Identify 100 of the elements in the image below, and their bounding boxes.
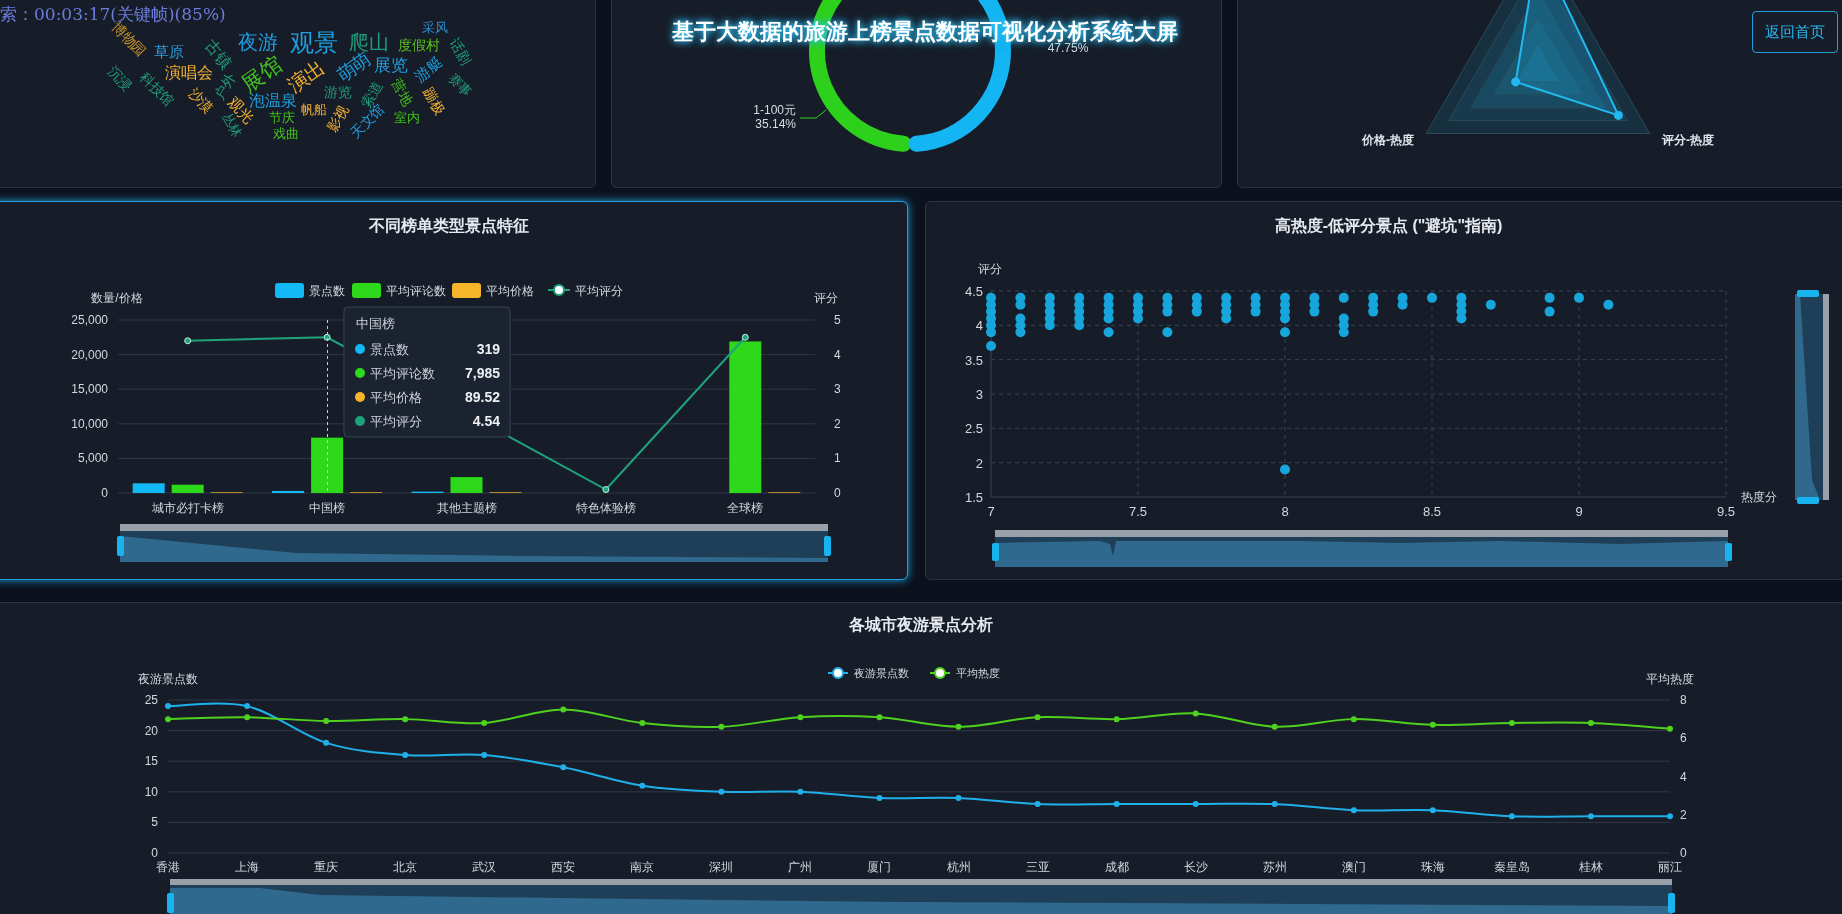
zoom-slider[interactable]	[995, 530, 1728, 567]
cloud-word: 草原	[154, 42, 184, 60]
axis-title: 夜游景点数	[138, 672, 198, 686]
data-point	[1192, 801, 1199, 808]
cloud-word: 度假村	[398, 37, 440, 53]
data-point	[481, 752, 488, 759]
data-point	[1587, 719, 1594, 726]
axis-label: 7	[987, 504, 995, 519]
axis-label: 4	[834, 347, 841, 362]
slider-handle[interactable]	[117, 536, 124, 556]
axis-label: 5,000	[77, 451, 108, 466]
tooltip-value: 319	[476, 341, 500, 357]
axis-label: 中国榜	[309, 501, 346, 515]
data-point	[955, 794, 962, 801]
tooltip-title: 中国榜	[356, 316, 395, 331]
slider-handle[interactable]	[167, 893, 174, 913]
data-point	[1667, 725, 1673, 732]
data-point	[1113, 801, 1120, 808]
cloud-word: 戏曲	[273, 125, 299, 141]
axis-label: 5	[834, 313, 841, 327]
axis-label: 8	[1281, 504, 1289, 519]
axis-label: 评分-热度	[1662, 133, 1714, 147]
slider-handle[interactable]	[824, 536, 831, 556]
axis-label: 2	[834, 416, 841, 431]
axis-title: 数量/价格	[91, 291, 143, 305]
data-point	[1192, 710, 1199, 717]
slider-handle[interactable]	[1725, 543, 1732, 561]
data-point	[1508, 813, 1515, 820]
axis-label: 2.5	[964, 421, 983, 437]
zoom-slider[interactable]	[1795, 294, 1829, 500]
axis-label: 2	[975, 455, 983, 471]
home-button[interactable]: 返回首页	[1752, 11, 1838, 53]
axis-label: 北京	[393, 860, 418, 874]
axis-label: 3	[975, 387, 983, 402]
tooltip-label: 平均价格	[370, 390, 422, 405]
axis-label: 其他主题榜	[436, 501, 497, 515]
tooltip-value: 89.52	[464, 389, 500, 405]
axis-label: 重庆	[314, 860, 339, 874]
axis-label: 厦门	[867, 860, 892, 874]
axis-label: 长沙	[1183, 860, 1208, 874]
axis-label: 1	[834, 451, 841, 466]
data-point	[481, 719, 488, 726]
legend-label: 夜游景点数	[854, 667, 909, 679]
axis-title: 热度分	[1741, 490, 1777, 504]
axis-label: 15	[144, 754, 158, 769]
cloud-word: 蹦极	[420, 84, 448, 118]
axis-label: 杭州	[946, 860, 971, 874]
cloud-word: 节庆	[269, 109, 295, 125]
slider-handle[interactable]	[1668, 893, 1675, 913]
axis-label: 20,000	[71, 347, 108, 362]
axis-label: 城市必打卡榜	[151, 501, 224, 515]
axis-label: 广州	[788, 860, 813, 874]
zoom-slider[interactable]	[120, 524, 828, 562]
data-point	[1034, 801, 1041, 808]
axis-label: 成都	[1104, 860, 1129, 874]
data-point	[1587, 813, 1594, 820]
chart-title: 不同榜单类型景点特征	[369, 215, 529, 236]
axis-label: 深圳	[709, 860, 734, 874]
data-point	[1350, 716, 1357, 723]
data-point	[244, 703, 251, 710]
axis-label: 三亚	[1025, 860, 1050, 874]
axis-title: 平均热度	[1646, 672, 1694, 686]
data-point	[639, 782, 646, 789]
cloud-word: 赛事	[445, 70, 475, 100]
data-point	[323, 333, 331, 341]
axis-label: 25,000	[71, 313, 108, 327]
data-point	[184, 337, 192, 345]
axis-label: 桂林	[1578, 860, 1603, 874]
axis-label: 4	[1680, 769, 1687, 784]
axis-label: 秦皇岛	[1493, 860, 1530, 874]
data-point	[602, 486, 610, 494]
slider-handle[interactable]	[1797, 497, 1819, 504]
axis-label: 10,000	[71, 416, 108, 431]
chart-title: 各城市夜游景点分析	[849, 615, 993, 635]
axis-label: 8.5	[1422, 504, 1442, 519]
zoom-slider[interactable]	[170, 879, 1672, 914]
data-point	[1034, 714, 1041, 721]
axis-label: 4	[975, 318, 983, 334]
cloud-word: 展览	[374, 55, 408, 75]
cloud-word: 采风	[422, 19, 448, 35]
slider-handle[interactable]	[992, 543, 999, 561]
data-point	[797, 714, 804, 721]
leader-line	[799, 109, 827, 119]
legend-label: 平均评分	[575, 284, 623, 298]
axis-label: 武汉	[472, 860, 497, 874]
data-point	[1113, 716, 1120, 723]
slice-percent: 35.14%	[755, 117, 796, 131]
axis-label: 6	[1680, 731, 1687, 746]
axis-label: 特色体验榜	[575, 501, 636, 515]
data-point	[797, 788, 804, 795]
axis-label: 9	[1575, 504, 1583, 519]
cloud-word: 观景	[290, 28, 338, 56]
data-point	[323, 718, 330, 725]
slider-handle[interactable]	[1797, 290, 1819, 297]
tooltip-label: 平均评论数	[370, 366, 435, 381]
cloud-word: 爬山	[349, 31, 389, 53]
axis-label: 丽江	[1658, 860, 1682, 874]
cloud-word: 室内	[394, 109, 420, 125]
data-point	[165, 703, 171, 710]
slice-label: 1-100元	[753, 103, 796, 117]
